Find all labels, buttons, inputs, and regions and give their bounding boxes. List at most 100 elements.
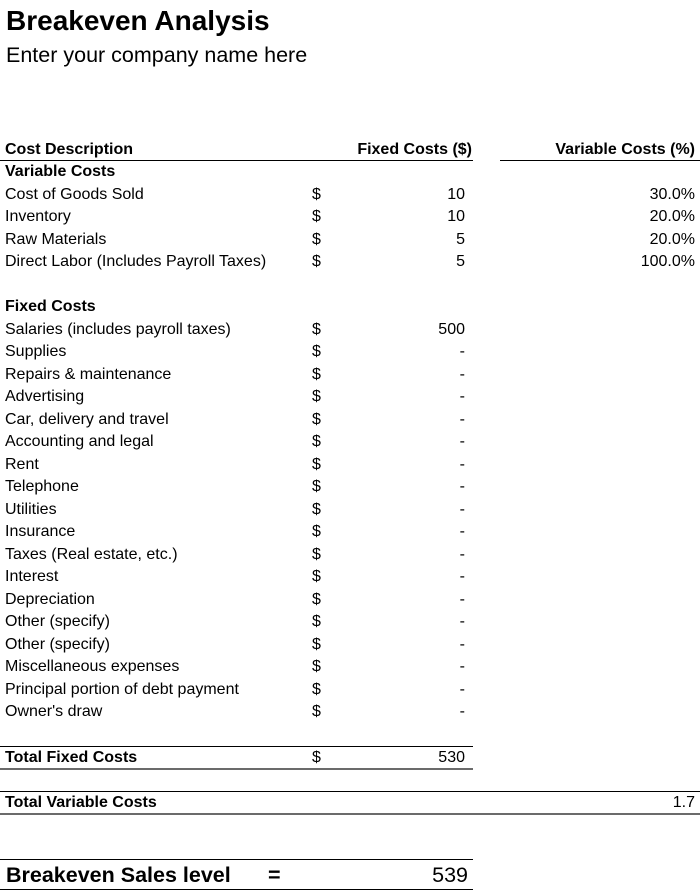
- table-row: Owner's draw $ -: [0, 701, 700, 724]
- cost-description-cell[interactable]: Taxes (Real estate, etc.): [5, 544, 178, 566]
- fixed-cost-cell[interactable]: -: [460, 476, 465, 498]
- cost-description-cell[interactable]: Owner's draw: [5, 701, 102, 723]
- variable-cost-percent-cell[interactable]: 30.0%: [650, 184, 695, 206]
- section-label: Fixed Costs: [5, 298, 96, 315]
- fixed-cost-cell[interactable]: -: [460, 701, 465, 723]
- total-fixed-bottom-border: [0, 768, 473, 770]
- fixed-cost-cell[interactable]: -: [460, 431, 465, 453]
- breakeven-bottom-border: [0, 889, 473, 890]
- column-header-variable-costs: Variable Costs (%): [555, 141, 695, 158]
- variable-cost-percent-cell[interactable]: 20.0%: [650, 229, 695, 251]
- total-variable-value[interactable]: 1.7: [673, 792, 695, 814]
- fixed-cost-cell[interactable]: -: [460, 409, 465, 431]
- currency-symbol: $: [312, 545, 321, 563]
- breakeven-equals: =: [268, 863, 281, 887]
- table-row: Insurance $ -: [0, 521, 700, 544]
- cost-description-cell[interactable]: Direct Labor (Includes Payroll Taxes): [5, 251, 266, 273]
- cost-description-cell[interactable]: Inventory: [5, 206, 71, 228]
- table-row: Rent $ -: [0, 454, 700, 477]
- cost-description-cell[interactable]: Salaries (includes payroll taxes): [5, 319, 231, 341]
- currency-symbol: $: [312, 613, 321, 630]
- table-row: Car, delivery and travel $ -: [0, 409, 700, 432]
- cost-description-cell[interactable]: Car, delivery and travel: [5, 409, 169, 431]
- cost-description-cell[interactable]: Repairs & maintenance: [5, 364, 171, 386]
- variable-cost-percent-cell[interactable]: 20.0%: [650, 206, 695, 228]
- currency-symbol: $: [312, 658, 321, 675]
- fixed-cost-cell[interactable]: 500: [438, 319, 465, 341]
- section-fixed-costs: Fixed Costs: [0, 296, 700, 319]
- cost-description-cell[interactable]: Accounting and legal: [5, 431, 154, 453]
- table-row: Other (specify) $ -: [0, 611, 700, 634]
- table-row: Utilities $ -: [0, 499, 700, 522]
- currency-symbol: $: [312, 253, 321, 270]
- fixed-cost-cell[interactable]: 5: [456, 229, 465, 251]
- table-row: Miscellaneous expenses $ -: [0, 656, 700, 679]
- fixed-cost-cell[interactable]: 10: [447, 184, 465, 206]
- table-row: Inventory $10 20.0%: [0, 206, 700, 229]
- cost-description-cell[interactable]: Other (specify): [5, 611, 110, 633]
- section-variable-costs: Variable Costs: [0, 161, 700, 184]
- currency-symbol: $: [312, 478, 321, 495]
- cost-description-cell[interactable]: Interest: [5, 566, 58, 588]
- table-row: Interest $ -: [0, 566, 700, 589]
- currency-symbol: $: [312, 185, 321, 203]
- currency-symbol: $: [312, 500, 321, 518]
- cost-description-cell[interactable]: Other (specify): [5, 634, 110, 656]
- fixed-cost-cell[interactable]: -: [460, 566, 465, 588]
- fixed-cost-cell[interactable]: -: [460, 544, 465, 566]
- currency-symbol: $: [312, 365, 321, 383]
- cost-description-cell[interactable]: Raw Materials: [5, 229, 106, 251]
- cost-description-cell[interactable]: Advertising: [5, 386, 84, 408]
- breakeven-value[interactable]: 539: [432, 861, 468, 889]
- table-row: Advertising $ -: [0, 386, 700, 409]
- cost-description-cell[interactable]: Principal portion of debt payment: [5, 679, 239, 701]
- fixed-cost-cell[interactable]: -: [460, 634, 465, 656]
- total-fixed-value[interactable]: 530: [438, 747, 465, 769]
- fixed-cost-cell[interactable]: 5: [456, 251, 465, 273]
- table-row: Accounting and legal $ -: [0, 431, 700, 454]
- fixed-cost-cell[interactable]: -: [460, 521, 465, 543]
- cost-description-cell[interactable]: Cost of Goods Sold: [5, 184, 144, 206]
- table-row: Other (specify) $ -: [0, 634, 700, 657]
- currency-symbol: $: [312, 568, 321, 585]
- table-row: Repairs & maintenance $ -: [0, 364, 700, 387]
- currency-symbol: $: [312, 590, 321, 608]
- variable-cost-percent-cell[interactable]: 100.0%: [641, 251, 695, 273]
- table-row: Cost of Goods Sold $10 30.0%: [0, 184, 700, 207]
- cost-description-cell[interactable]: Insurance: [5, 521, 75, 543]
- fixed-cost-cell[interactable]: -: [460, 499, 465, 521]
- currency-symbol: $: [312, 343, 321, 360]
- company-name-cell[interactable]: Enter your company name here: [6, 40, 307, 70]
- total-variable-bottom-border: [0, 813, 700, 815]
- section-label: Variable Costs: [5, 163, 116, 180]
- fixed-cost-cell[interactable]: -: [460, 589, 465, 611]
- table-row: Principal portion of debt payment $ -: [0, 679, 700, 702]
- fixed-cost-cell[interactable]: -: [460, 364, 465, 386]
- currency-symbol: $: [312, 433, 321, 450]
- cost-description-cell[interactable]: Depreciation: [5, 589, 95, 611]
- fixed-cost-cell[interactable]: 10: [447, 206, 465, 228]
- cost-description-cell[interactable]: Rent: [5, 454, 39, 476]
- total-fixed-currency: $: [312, 749, 321, 766]
- fixed-cost-cell[interactable]: -: [460, 341, 465, 363]
- currency-symbol: $: [312, 635, 321, 653]
- total-fixed-label: Total Fixed Costs: [5, 749, 138, 766]
- cost-description-cell[interactable]: Telephone: [5, 476, 79, 498]
- fixed-cost-cell[interactable]: -: [460, 656, 465, 678]
- fixed-cost-cell[interactable]: -: [460, 386, 465, 408]
- table-row: Salaries (includes payroll taxes) $500: [0, 319, 700, 342]
- fixed-cost-cell[interactable]: -: [460, 679, 465, 701]
- table-row: Direct Labor (Includes Payroll Taxes) $5 1…: [0, 251, 700, 274]
- fixed-cost-cell[interactable]: -: [460, 611, 465, 633]
- currency-symbol: $: [312, 230, 321, 248]
- currency-symbol: $: [312, 455, 321, 473]
- column-header-description: Cost Description: [5, 141, 134, 158]
- cost-description-cell[interactable]: Miscellaneous expenses: [5, 656, 179, 678]
- fixed-cost-cell[interactable]: -: [460, 454, 465, 476]
- currency-symbol: $: [312, 410, 321, 428]
- currency-symbol: $: [312, 703, 321, 720]
- table-row: Telephone $ -: [0, 476, 700, 499]
- cost-description-cell[interactable]: Supplies: [5, 341, 66, 363]
- cost-description-cell[interactable]: Utilities: [5, 499, 57, 521]
- table-row: Taxes (Real estate, etc.) $ -: [0, 544, 700, 567]
